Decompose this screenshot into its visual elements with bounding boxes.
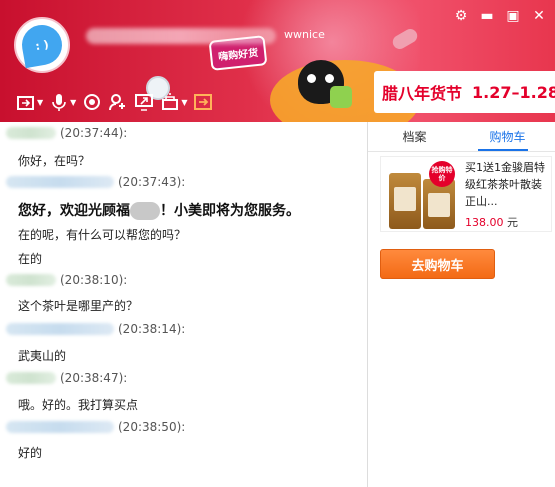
- voice-button[interactable]: ▼: [49, 91, 76, 113]
- forward-icon: [194, 94, 213, 110]
- sender-name-redacted: [6, 176, 114, 188]
- message-text: 武夷山的: [18, 349, 67, 363]
- price-unit: 元: [507, 216, 518, 229]
- sender-name-redacted: [6, 127, 56, 139]
- message-time: (20:38:50):: [118, 420, 186, 434]
- message-time: (20:38:47):: [60, 371, 128, 385]
- message-header: (20:38:50):: [6, 420, 185, 434]
- tab-shopping-cart[interactable]: 购物车: [461, 128, 554, 150]
- forward-button[interactable]: [193, 91, 213, 113]
- screen-share-button[interactable]: [134, 91, 154, 113]
- message-header: (20:37:44):: [6, 126, 127, 140]
- sender-name-redacted: [6, 274, 56, 286]
- sender-name-redacted: [6, 323, 114, 335]
- shop-name-redacted: [130, 202, 160, 220]
- message-header: (20:37:43):: [6, 175, 185, 189]
- sender-name-redacted: [6, 421, 114, 433]
- tab-profile[interactable]: 档案: [368, 128, 461, 150]
- chevron-down-icon: ▼: [70, 97, 77, 107]
- side-panel-tabs: 档案 购物车: [368, 128, 555, 150]
- add-contact-icon: [109, 94, 126, 111]
- tabs-divider: [368, 151, 555, 152]
- minimize-icon[interactable]: ▬: [479, 8, 495, 24]
- avatar-icon: : ): [18, 21, 66, 69]
- close-icon[interactable]: ✕: [531, 8, 547, 24]
- cart-product-card[interactable]: 抢购特价 买1送1金骏眉特级红茶茶叶散装正山... 138.00 元: [380, 156, 552, 232]
- message-header: (20:38:10):: [6, 273, 127, 287]
- product-title[interactable]: 买1送1金骏眉特级红茶茶叶散装正山...: [465, 159, 551, 210]
- message-time: (20:37:43):: [118, 175, 186, 189]
- video-button[interactable]: [82, 91, 102, 113]
- promo-banner[interactable]: 腊八年货节 1.27–1.28: [374, 71, 555, 113]
- chevron-down-icon: ▼: [37, 97, 44, 107]
- product-price: 138.00 元: [465, 214, 518, 230]
- add-contact-button[interactable]: [108, 91, 128, 113]
- contact-name-suffix: wwnice: [284, 28, 325, 41]
- window-controls: ⚙ ▬ ▣ ✕: [453, 8, 547, 24]
- screen-share-icon: [135, 94, 154, 111]
- message-text: 你好，在吗？: [18, 154, 91, 168]
- side-panel: 档案 购物车 抢购特价 买1送1金骏眉特级红茶茶叶散装正山... 138.00 …: [368, 122, 555, 487]
- product-image: 抢购特价: [385, 161, 459, 229]
- message-header: (20:38:14):: [6, 322, 185, 336]
- promo-dates: 1.27–1.28: [472, 82, 555, 102]
- message-text: 在的: [18, 252, 43, 266]
- remote-assist-icon: [162, 93, 179, 110]
- message-text: 哦。好的。我打算买点: [18, 398, 139, 412]
- price-value: 138.00: [465, 216, 504, 229]
- chat-history[interactable]: (20:37:44): 你好，在吗？ (20:37:43): 您好，欢迎光顾福 ！…: [0, 122, 367, 487]
- contact-name-redacted: [86, 28, 276, 44]
- sender-name-redacted: [6, 372, 56, 384]
- welcome-text-start: 您好，欢迎光顾福: [18, 203, 130, 219]
- contact-avatar[interactable]: : ): [14, 17, 70, 73]
- message-text: 这个茶叶是哪里产的？: [18, 299, 139, 313]
- welcome-text-end: ！小美即将为您服务。: [160, 203, 300, 219]
- chat-header: 嗨购好货 : ) wwnice ⚙ ▬ ▣ ✕ 腊八年货节 1.27–1.28 …: [0, 0, 555, 122]
- settings-icon[interactable]: ⚙: [453, 8, 469, 24]
- maximize-icon[interactable]: ▣: [505, 8, 521, 24]
- message-time: (20:38:14):: [118, 322, 186, 336]
- remote-assist-button[interactable]: ▼: [160, 91, 187, 113]
- promo-badge: 抢购特价: [429, 161, 455, 187]
- file-transfer-button[interactable]: ▼: [16, 91, 43, 113]
- message-time: (20:37:44):: [60, 126, 128, 140]
- camera-icon: [84, 94, 101, 110]
- promo-title: 腊八年货节: [382, 84, 463, 103]
- welcome-message: 您好，欢迎光顾福 ！小美即将为您服务。: [18, 200, 300, 220]
- microphone-icon: [52, 94, 66, 111]
- file-transfer-icon: [17, 96, 34, 110]
- message-text: 好的: [18, 446, 43, 460]
- message-header: (20:38:47):: [6, 371, 127, 385]
- robot-mascot: [330, 86, 352, 108]
- chevron-down-icon: ▼: [181, 97, 188, 107]
- message-time: (20:38:10):: [60, 273, 128, 287]
- go-to-cart-button[interactable]: 去购物车: [380, 249, 495, 279]
- message-text: 在的呢，有什么可以帮您的吗？: [18, 228, 187, 242]
- chat-toolbar: ▼ ▼ ▼: [16, 91, 213, 113]
